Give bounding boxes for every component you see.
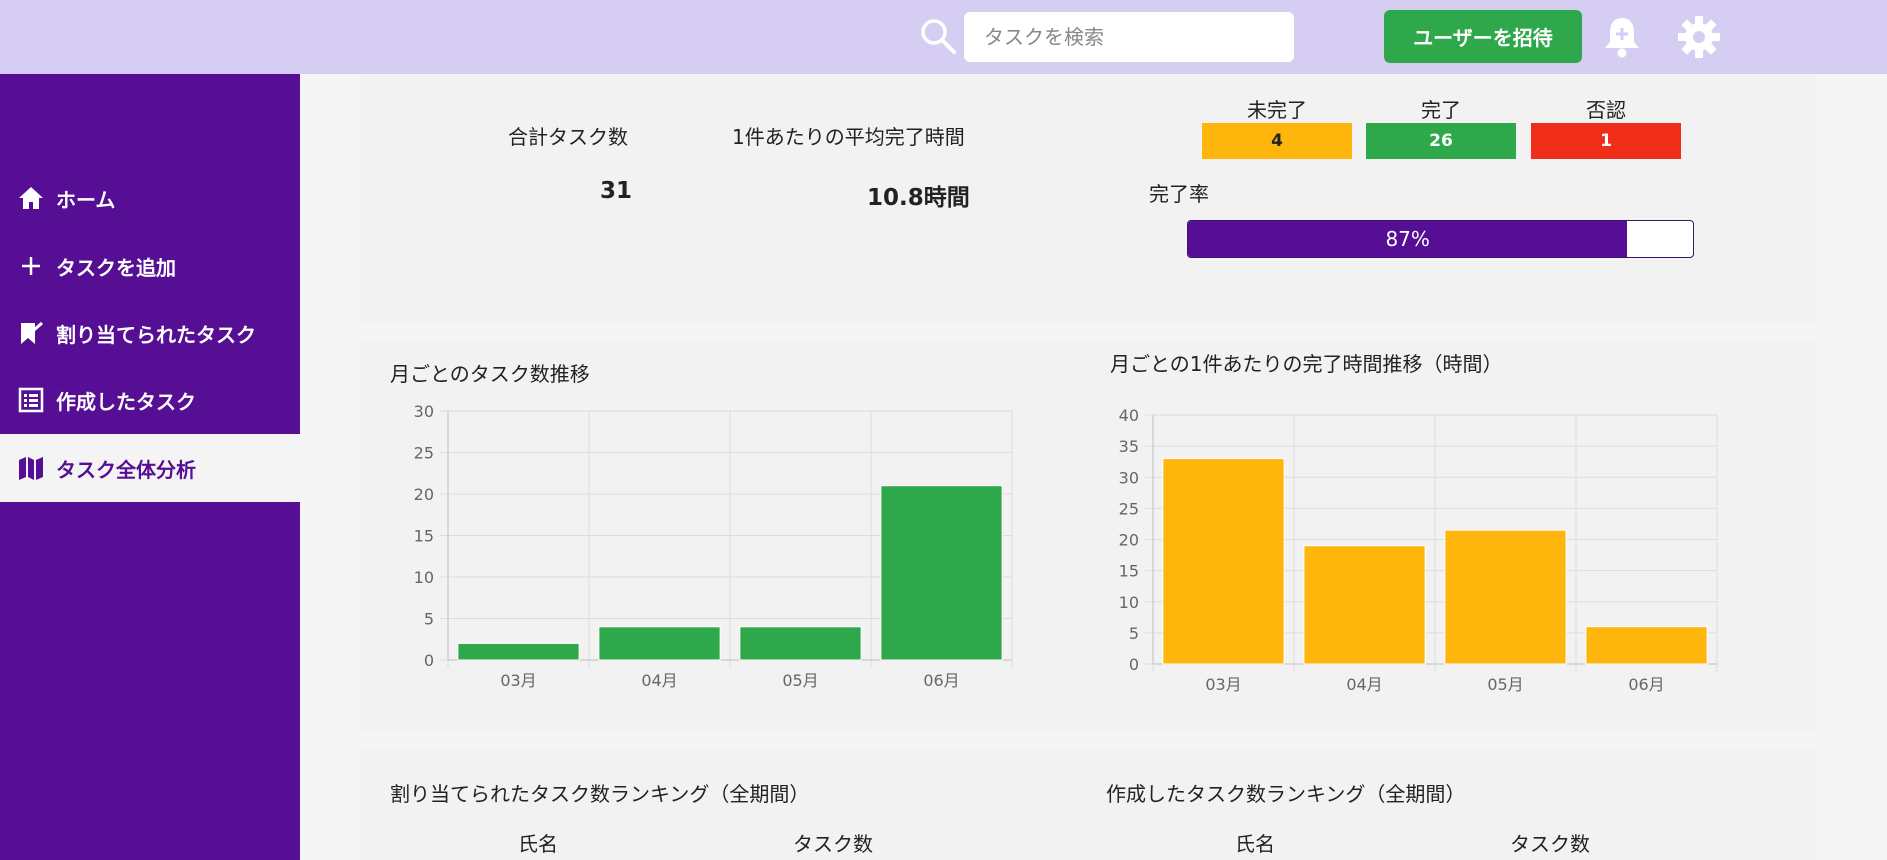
- x-tick-label: 06月: [923, 671, 959, 690]
- y-tick-label: 10: [414, 568, 434, 587]
- sidebar-item-home[interactable]: ホーム: [0, 164, 300, 232]
- map-icon: [18, 455, 44, 481]
- assigned-ranking-name-header: 氏名: [518, 832, 558, 856]
- avg-completion-time-label: 1件あたりの平均完了時間: [732, 125, 965, 149]
- completion-rate-label: 完了率: [1149, 182, 1209, 206]
- bar: [598, 626, 721, 661]
- y-tick-label: 5: [424, 610, 434, 629]
- x-tick-label: 05月: [782, 671, 818, 690]
- created-ranking-title: 作成したタスク数ランキング（全期間）: [1106, 782, 1466, 806]
- y-tick-label: 20: [1119, 531, 1139, 550]
- y-tick-label: 0: [424, 651, 434, 670]
- completion-progress-fill: 87%: [1188, 221, 1628, 257]
- sidebar-item-label: ホーム: [56, 187, 116, 212]
- y-tick-label: 25: [414, 444, 434, 463]
- bar: [1444, 529, 1567, 665]
- sidebar-item-task-analytics[interactable]: タスク全体分析: [0, 434, 300, 502]
- bookmark-icon: [18, 320, 44, 346]
- plus-icon: [18, 253, 44, 279]
- sidebar-item-label: タスクを追加: [56, 255, 176, 280]
- invite-user-button[interactable]: ユーザーを招待: [1384, 10, 1582, 63]
- completion-progress-bar: 87%: [1187, 220, 1694, 258]
- x-tick-label: 04月: [641, 671, 677, 690]
- y-tick-label: 20: [414, 485, 434, 504]
- y-tick-label: 35: [1119, 437, 1139, 456]
- y-tick-label: 5: [1129, 624, 1139, 643]
- bell-icon[interactable]: [1600, 14, 1644, 60]
- status-badge-complete: 26: [1366, 123, 1516, 159]
- monthly-tasks-bar-chart: 0 5 10 15 20 25 30 03月 04月 05月 06月: [414, 402, 1013, 690]
- gear-icon[interactable]: [1676, 14, 1722, 60]
- bar: [1585, 626, 1708, 665]
- monthly-completion-time-bar-chart: 0 5 10 15 20 25 30 35 40 03月 04月 05月 06月: [1119, 406, 1718, 694]
- search-input[interactable]: [964, 12, 1294, 62]
- y-tick-label: 30: [414, 402, 434, 421]
- y-tick-label: 30: [1119, 468, 1139, 487]
- status-badge-rejected: 1: [1531, 123, 1681, 159]
- created-ranking-count-header: タスク数: [1510, 832, 1590, 856]
- x-tick-label: 03月: [500, 671, 536, 690]
- y-tick-label: 15: [414, 527, 434, 546]
- avg-completion-time-value: 10.8時間: [867, 185, 970, 211]
- search-icon[interactable]: [918, 16, 958, 56]
- x-tick-label: 05月: [1487, 675, 1523, 694]
- x-tick-label: 04月: [1346, 675, 1382, 694]
- sidebar-item-assigned-tasks[interactable]: 割り当てられたタスク: [0, 299, 300, 367]
- bar: [1303, 545, 1426, 665]
- bar: [1162, 458, 1285, 665]
- home-icon: [18, 185, 44, 211]
- sidebar-item-label: タスク全体分析: [56, 457, 196, 482]
- bar: [457, 642, 580, 661]
- y-tick-label: 0: [1129, 655, 1139, 674]
- status-badge-incomplete: 4: [1202, 123, 1352, 159]
- status-label-complete: 完了: [1421, 98, 1461, 122]
- status-label-incomplete: 未完了: [1247, 98, 1307, 122]
- x-tick-label: 03月: [1205, 675, 1241, 694]
- chart-title-monthly-completion-time: 月ごとの1件あたりの完了時間推移（時間）: [1110, 352, 1503, 376]
- y-tick-label: 25: [1119, 499, 1139, 518]
- status-label-rejected: 否認: [1586, 98, 1626, 122]
- total-tasks-label: 合計タスク数: [508, 125, 628, 149]
- top-header: ユーザーを招待: [0, 0, 1887, 74]
- bar: [880, 485, 1003, 661]
- y-tick-label: 15: [1119, 562, 1139, 581]
- total-tasks-value: 31: [600, 178, 633, 204]
- y-tick-label: 40: [1119, 406, 1139, 425]
- x-tick-label: 06月: [1628, 675, 1664, 694]
- sidebar: ホーム タスクを追加 割り当てられたタスク 作成したタスク タスク全体分析: [0, 74, 300, 860]
- assigned-ranking-count-header: タスク数: [793, 832, 873, 856]
- sidebar-item-add-task[interactable]: タスクを追加: [0, 232, 300, 300]
- sidebar-item-created-tasks[interactable]: 作成したタスク: [0, 366, 300, 434]
- list-icon: [18, 387, 44, 413]
- chart-title-monthly-tasks: 月ごとのタスク数推移: [390, 362, 590, 386]
- assigned-ranking-title: 割り当てられたタスク数ランキング（全期間）: [390, 782, 810, 806]
- sidebar-item-label: 割り当てられたタスク: [56, 322, 256, 347]
- sidebar-item-label: 作成したタスク: [56, 389, 196, 414]
- y-tick-label: 10: [1119, 593, 1139, 612]
- bar: [739, 626, 862, 661]
- created-ranking-name-header: 氏名: [1235, 832, 1275, 856]
